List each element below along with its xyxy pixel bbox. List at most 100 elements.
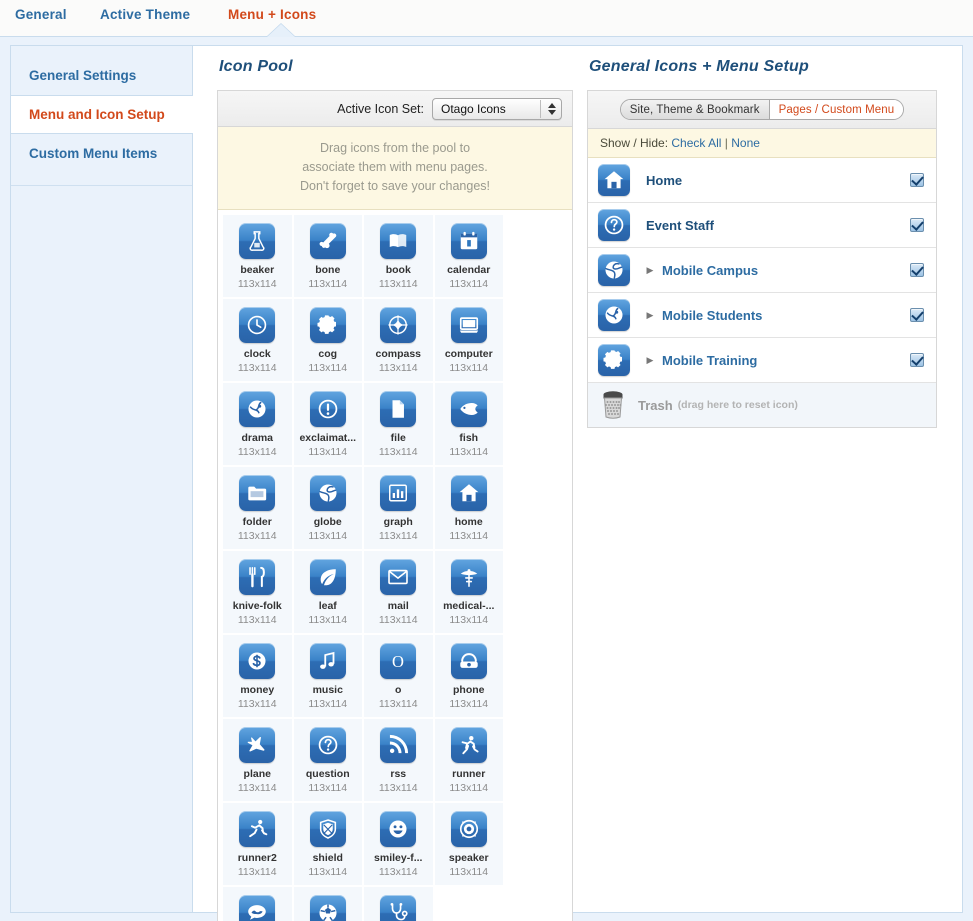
icon-name: calendar [447,264,491,277]
icon-pool-item[interactable]: home 113x114 [434,467,503,550]
active-icon-set-select[interactable]: Otago Icons [432,97,562,120]
tab-active-theme[interactable]: Active Theme [100,7,190,22]
letter-o-icon: O [380,643,417,680]
sidebar-item-custom-menu-items[interactable]: Custom Menu Items [11,134,192,173]
menu-row[interactable]: Home [588,158,936,203]
top-tab-bar: General Active Theme Menu + Icons [0,0,973,36]
icon-name: speaker [448,852,489,865]
icon-name: leaf [318,600,337,613]
tab-general[interactable]: General [15,7,67,22]
icon-pool-item[interactable]: money 113x114 [223,635,292,718]
icon-pool-item[interactable]: rss 113x114 [364,719,433,802]
icon-dimensions: 113x114 [237,866,277,879]
icon-pool-item[interactable]: medical-... 113x114 [434,551,503,634]
select-stepper-arrows-icon [548,102,556,115]
select-divider [540,99,541,118]
icon-pool-item[interactable]: music 113x114 [293,635,362,718]
menu-row[interactable]: ▶ Mobile Training [588,338,936,383]
icon-pool-item[interactable]: stethosco...113x114 [364,887,433,921]
icon-pool-item[interactable]: clock 113x114 [223,299,292,382]
segment-site-theme-bookmark[interactable]: Site, Theme & Bookmark [620,100,770,119]
icon-pool-item[interactable]: graph 113x114 [364,467,433,550]
icon-pool-item[interactable]: speaker 113x114 [434,803,503,886]
runner2-icon [239,811,276,848]
menu-row-checkbox[interactable] [910,353,924,367]
menu-setup-title: General Icons + Menu Setup [589,58,809,75]
none-link[interactable]: None [731,136,760,150]
icon-pool-item[interactable]: beaker 113x114 [223,215,292,298]
icon-pool-item[interactable]: leaf 113x114 [293,551,362,634]
icon-pool-item[interactable]: drama 113x114 [223,383,292,466]
expand-caret-icon[interactable]: ▶ [642,265,658,276]
sidebar-divider [11,185,192,186]
icon-dimensions: 113x114 [449,866,489,879]
icon-pool-item[interactable]: fish 113x114 [434,383,503,466]
sports-ball-icon [309,895,346,921]
segment-pages-custom-menu[interactable]: Pages / Custom Menu [769,100,904,119]
icon-pool-item[interactable]: knive-folk 113x114 [223,551,292,634]
icon-pool-item[interactable]: sports-ball113x114 [293,887,362,921]
icon-dimensions: 113x114 [308,278,348,291]
icon-pool-column: Icon Pool Active Icon Set: Otago Icons D… [217,58,585,921]
expand-caret-icon[interactable]: ▶ [642,355,658,366]
expand-caret-icon[interactable]: ▶ [642,310,658,321]
menu-row-checkbox[interactable] [910,263,924,277]
icon-pool-item[interactable]: bone 113x114 [293,215,362,298]
icon-pool-item[interactable]: shield 113x114 [293,803,362,886]
menu-row-checkbox[interactable] [910,173,924,187]
icon-pool-item[interactable]: globe 113x114 [293,467,362,550]
cog-icon [598,344,630,376]
menu-row-checkbox[interactable] [910,308,924,322]
icon-pool-item[interactable]: compass 113x114 [364,299,433,382]
menu-row-label: Mobile Training [662,352,758,368]
icon-pool-item[interactable]: phone 113x114 [434,635,503,718]
icon-pool-item[interactable]: runner2 113x114 [223,803,292,886]
icon-name: runner2 [237,852,277,865]
icon-dimensions: 113x114 [449,530,489,543]
check-all-link[interactable]: Check All [671,136,721,150]
icon-pool-item[interactable]: exclaimat... 113x114 [293,383,362,466]
icon-name: phone [453,684,485,697]
icon-pool-item[interactable]: cog 113x114 [293,299,362,382]
icon-pool-item[interactable]: folder 113x114 [223,467,292,550]
menu-row[interactable]: ▶ Mobile Campus [588,248,936,293]
menu-segment-bar: Site, Theme & Bookmark Pages / Custom Me… [588,91,936,129]
leaf-icon [309,559,346,596]
trash-drop-zone[interactable]: Trash (drag here to reset icon) [588,383,936,427]
icon-pool-item[interactable]: mail 113x114 [364,551,433,634]
trash-hint: (drag here to reset icon) [677,399,798,411]
icon-dimensions: 113x114 [308,614,348,627]
icon-pool-item[interactable]: computer 113x114 [434,299,503,382]
icon-dimensions: 113x114 [449,278,489,291]
icon-pool-item[interactable]: question 113x114 [293,719,362,802]
svg-text:O: O [392,652,404,671]
icon-pool-item[interactable]: speech-b...113x114 [223,887,292,921]
icon-dimensions: 113x114 [378,866,418,879]
icon-grid: beaker 113x114 bone 113x114 book 113x114 calen… [218,210,572,921]
menu-row[interactable]: ▶ Mobile Students [588,293,936,338]
icon-pool-title: Icon Pool [219,58,293,75]
icon-name: money [240,684,275,697]
icon-name: folder [242,516,272,529]
instruction-line-2: associate them with menu pages. [302,159,488,174]
icon-name: smiley-f... [374,852,423,865]
tab-menu-icons[interactable]: Menu + Icons [228,7,316,22]
icon-name: computer [444,348,493,361]
icon-dimensions: 113x114 [237,698,277,711]
icon-pool-item[interactable]: plane 113x114 [223,719,292,802]
icon-pool-item[interactable]: Oo 113x114 [364,635,433,718]
graph-icon [380,475,417,512]
icon-pool-item[interactable]: file 113x114 [364,383,433,466]
sidebar-item-general-settings[interactable]: General Settings [11,56,192,95]
icon-pool-item[interactable]: runner 113x114 [434,719,503,802]
menu-row-checkbox[interactable] [910,218,924,232]
bone-icon [309,223,346,260]
stethoscope-icon [380,895,417,921]
icon-pool-item[interactable]: book 113x114 [364,215,433,298]
menu-row[interactable]: Event Staff [588,203,936,248]
icon-pool-item[interactable]: smiley-f... 113x114 [364,803,433,886]
icon-pool-item[interactable]: calendar 113x114 [434,215,503,298]
cog-icon [309,307,346,344]
sidebar-item-menu-and-icon-setup[interactable]: Menu and Icon Setup [11,95,193,134]
icon-name: medical-... [443,600,495,613]
